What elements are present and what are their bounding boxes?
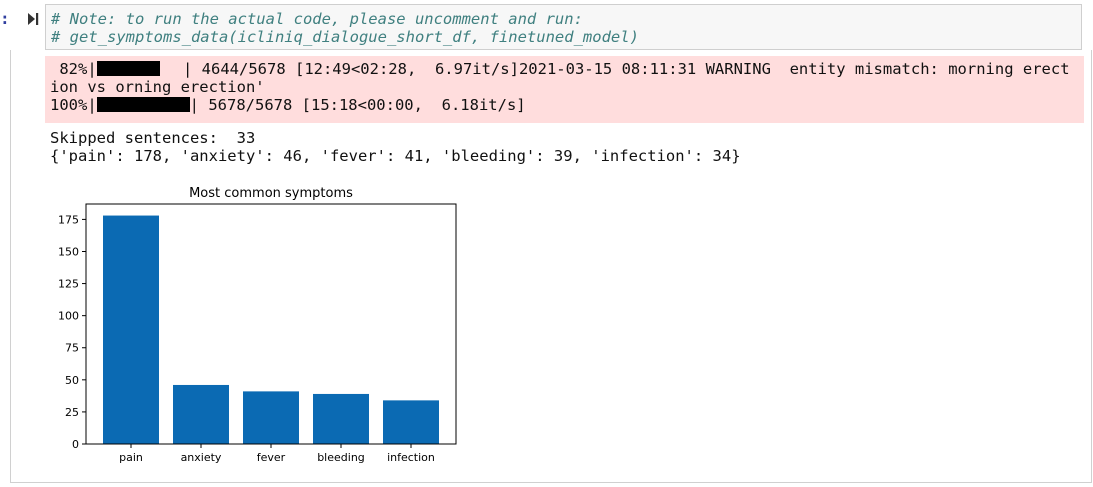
code-input-area[interactable]: # Note: to run the actual code, please u… (45, 4, 1082, 50)
y-tick-label: 50 (65, 374, 79, 387)
cell-prompt-indicator: : (0, 9, 10, 28)
x-tick-label: anxiety (181, 451, 222, 464)
bar-bleeding (313, 393, 369, 444)
y-tick-label: 0 (72, 438, 79, 451)
progress-line-1: 82%| | 4644/5678 [12:49<02:28, 6.97it/s]… (50, 60, 1070, 78)
y-tick-label: 150 (58, 245, 79, 258)
symptom-counts-dict: {'pain': 178, 'anxiety': 46, 'fever': 41… (50, 147, 741, 165)
stderr-output: 82%| | 4644/5678 [12:49<02:28, 6.97it/s]… (45, 56, 1084, 123)
progress-1-percent: 82%| (50, 60, 97, 78)
bar-infection (383, 400, 439, 444)
y-tick-label: 125 (58, 278, 79, 291)
y-tick-label: 25 (65, 406, 79, 419)
code-comment-line-2: # get_symptoms_data(icliniq_dialogue_sho… (51, 28, 639, 46)
x-tick-label: fever (257, 451, 286, 464)
warning-wrap-line: ion vs orning erection' (50, 78, 265, 96)
y-tick-label: 175 (58, 213, 79, 226)
x-tick-label: bleeding (317, 451, 365, 464)
symptoms-bar-chart: Most common symptoms 0 25 50 75 100 125 150 175… (58, 186, 457, 464)
bar-pain (103, 215, 159, 444)
x-tick-label: pain (119, 451, 143, 464)
progress-2-percent: 100%| (50, 96, 97, 114)
progress-1-status: | 4644/5678 [12:49<02:28, 6.97it/s]2021-… (173, 60, 1070, 78)
x-tick-label: infection (387, 451, 435, 464)
progress-bar-2 (96, 97, 190, 112)
run-cell-icon[interactable] (26, 11, 40, 27)
skipped-sentences-text: Skipped sentences: 33 (50, 129, 256, 147)
progress-bar-1 (96, 61, 160, 76)
progress-line-2: 100%| | 5678/5678 [15:18<00:00, 6.18it/s] (50, 96, 526, 114)
bar-anxiety (173, 384, 229, 444)
y-tick-label: 100 (58, 310, 79, 323)
chart-title: Most common symptoms (189, 186, 353, 201)
progress-2-status: | 5678/5678 [15:18<00:00, 6.18it/s] (189, 96, 526, 114)
code-comment-line-1: # Note: to run the actual code, please u… (51, 10, 583, 28)
bar-fever (243, 391, 299, 444)
y-tick-label: 75 (65, 342, 79, 355)
